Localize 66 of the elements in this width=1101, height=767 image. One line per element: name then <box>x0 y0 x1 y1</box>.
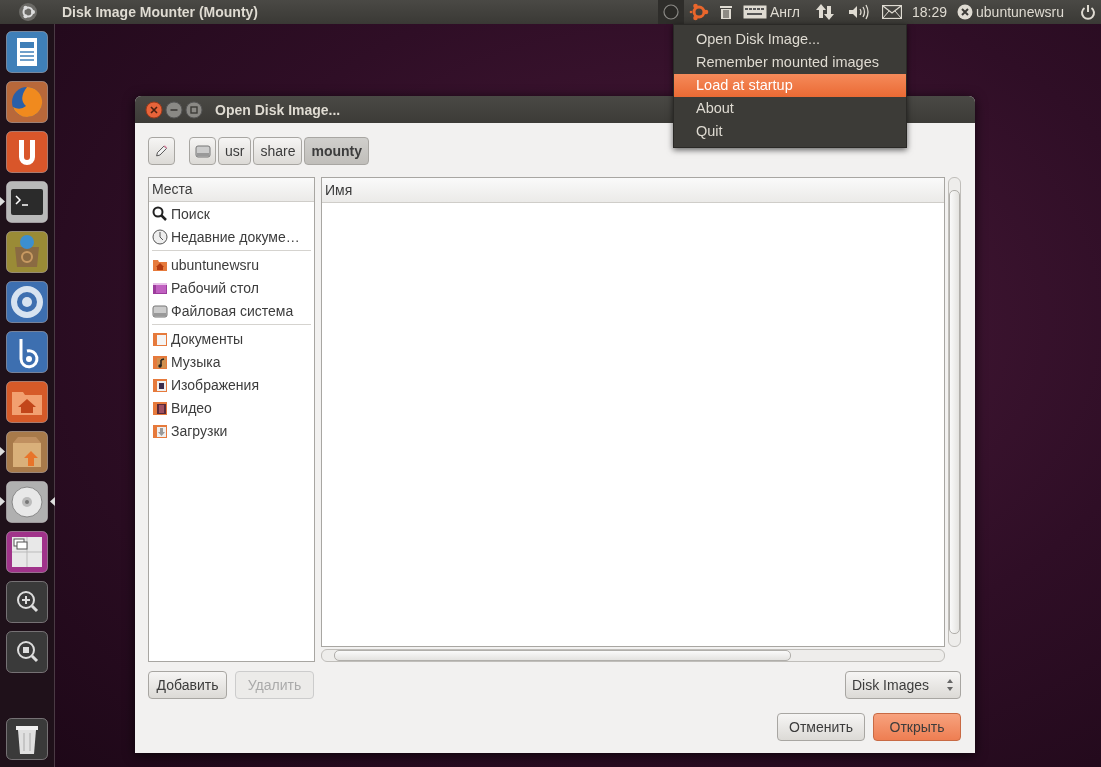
dialog-button[interactable]: Отменить <box>777 713 865 741</box>
pictures-folder-icon <box>152 376 168 393</box>
place-item[interactable]: ubuntunewsru <box>149 253 314 276</box>
dialog-button[interactable]: Открыть <box>873 713 961 741</box>
spiral-icon[interactable] <box>6 331 48 373</box>
trash-icon[interactable] <box>6 718 48 760</box>
search-icon <box>152 205 168 222</box>
place-item[interactable]: Рабочий стол <box>149 276 314 299</box>
logo-indicator-icon[interactable] <box>688 3 709 21</box>
drive-icon <box>152 302 168 319</box>
zoom-in-icon[interactable] <box>6 581 48 623</box>
place-item[interactable]: Видео <box>149 396 314 419</box>
maximize-button[interactable] <box>185 100 203 119</box>
video-folder-icon <box>152 399 168 416</box>
menu-item[interactable]: Open Disk Image... <box>674 28 906 51</box>
clock-icon <box>152 228 168 245</box>
place-action-button[interactable]: Добавить <box>148 671 227 699</box>
circle-indicator-icon[interactable] <box>662 4 679 20</box>
search-icon[interactable] <box>6 631 48 673</box>
menu-item[interactable]: Remember mounted images <box>674 51 906 74</box>
document-icon[interactable] <box>6 31 48 73</box>
column-header[interactable]: Имя <box>322 178 944 203</box>
path-button[interactable]: mounty <box>304 137 370 165</box>
trash-icon[interactable] <box>718 4 733 20</box>
workspaces-icon[interactable] <box>6 531 48 573</box>
vertical-scrollbar[interactable] <box>948 177 961 647</box>
place-item[interactable]: Файловая система <box>149 299 314 322</box>
place-item[interactable]: Музыка <box>149 350 314 373</box>
power-icon[interactable] <box>1080 4 1096 20</box>
close-circle-icon[interactable] <box>957 4 974 20</box>
ring-icon[interactable] <box>6 281 48 323</box>
edit-path-button[interactable] <box>148 137 175 165</box>
drive-icon <box>194 143 211 159</box>
menu-item[interactable]: About <box>674 97 906 120</box>
keyboard-icon[interactable] <box>742 5 767 19</box>
globe-icon[interactable] <box>6 81 48 123</box>
menu-item[interactable]: Quit <box>674 120 906 143</box>
volume-icon[interactable] <box>848 4 870 20</box>
drive-button[interactable] <box>189 137 216 165</box>
minimize-button[interactable] <box>165 100 183 119</box>
column-header: Места <box>149 178 314 202</box>
music-folder-icon <box>152 353 168 370</box>
place-item[interactable]: Недавние докуме… <box>149 225 314 248</box>
path-button[interactable]: share <box>253 137 303 165</box>
clock[interactable]: 18:29 <box>912 4 948 20</box>
place-item[interactable]: Изображения <box>149 373 314 396</box>
pencil-icon <box>155 143 168 159</box>
terminal-icon[interactable] <box>6 181 48 223</box>
place-item[interactable]: Поиск <box>149 202 314 225</box>
keyboard-layout-indicator[interactable]: Англ <box>769 4 800 20</box>
downloads-folder-icon <box>152 422 168 439</box>
network-arrows-icon[interactable] <box>816 3 834 21</box>
logo-icon <box>17 2 38 22</box>
envelope-icon[interactable] <box>882 5 902 19</box>
close-button[interactable] <box>145 100 163 119</box>
dialog-title: Open Disk Image... <box>215 101 341 118</box>
up-down-arrows-icon <box>946 678 954 692</box>
path-button[interactable]: usr <box>218 137 252 165</box>
file-filter-dropdown[interactable]: Disk Images <box>845 671 961 699</box>
place-item[interactable]: Документы <box>149 327 314 350</box>
documents-folder-icon <box>152 330 168 347</box>
window-title: Disk Image Mounter (Mounty) <box>62 4 259 20</box>
horizontal-scrollbar[interactable] <box>321 649 945 662</box>
user-name[interactable]: ubuntunewsru <box>976 4 1064 20</box>
place-item[interactable]: Загрузки <box>149 419 314 442</box>
u-shape-icon[interactable] <box>6 131 48 173</box>
